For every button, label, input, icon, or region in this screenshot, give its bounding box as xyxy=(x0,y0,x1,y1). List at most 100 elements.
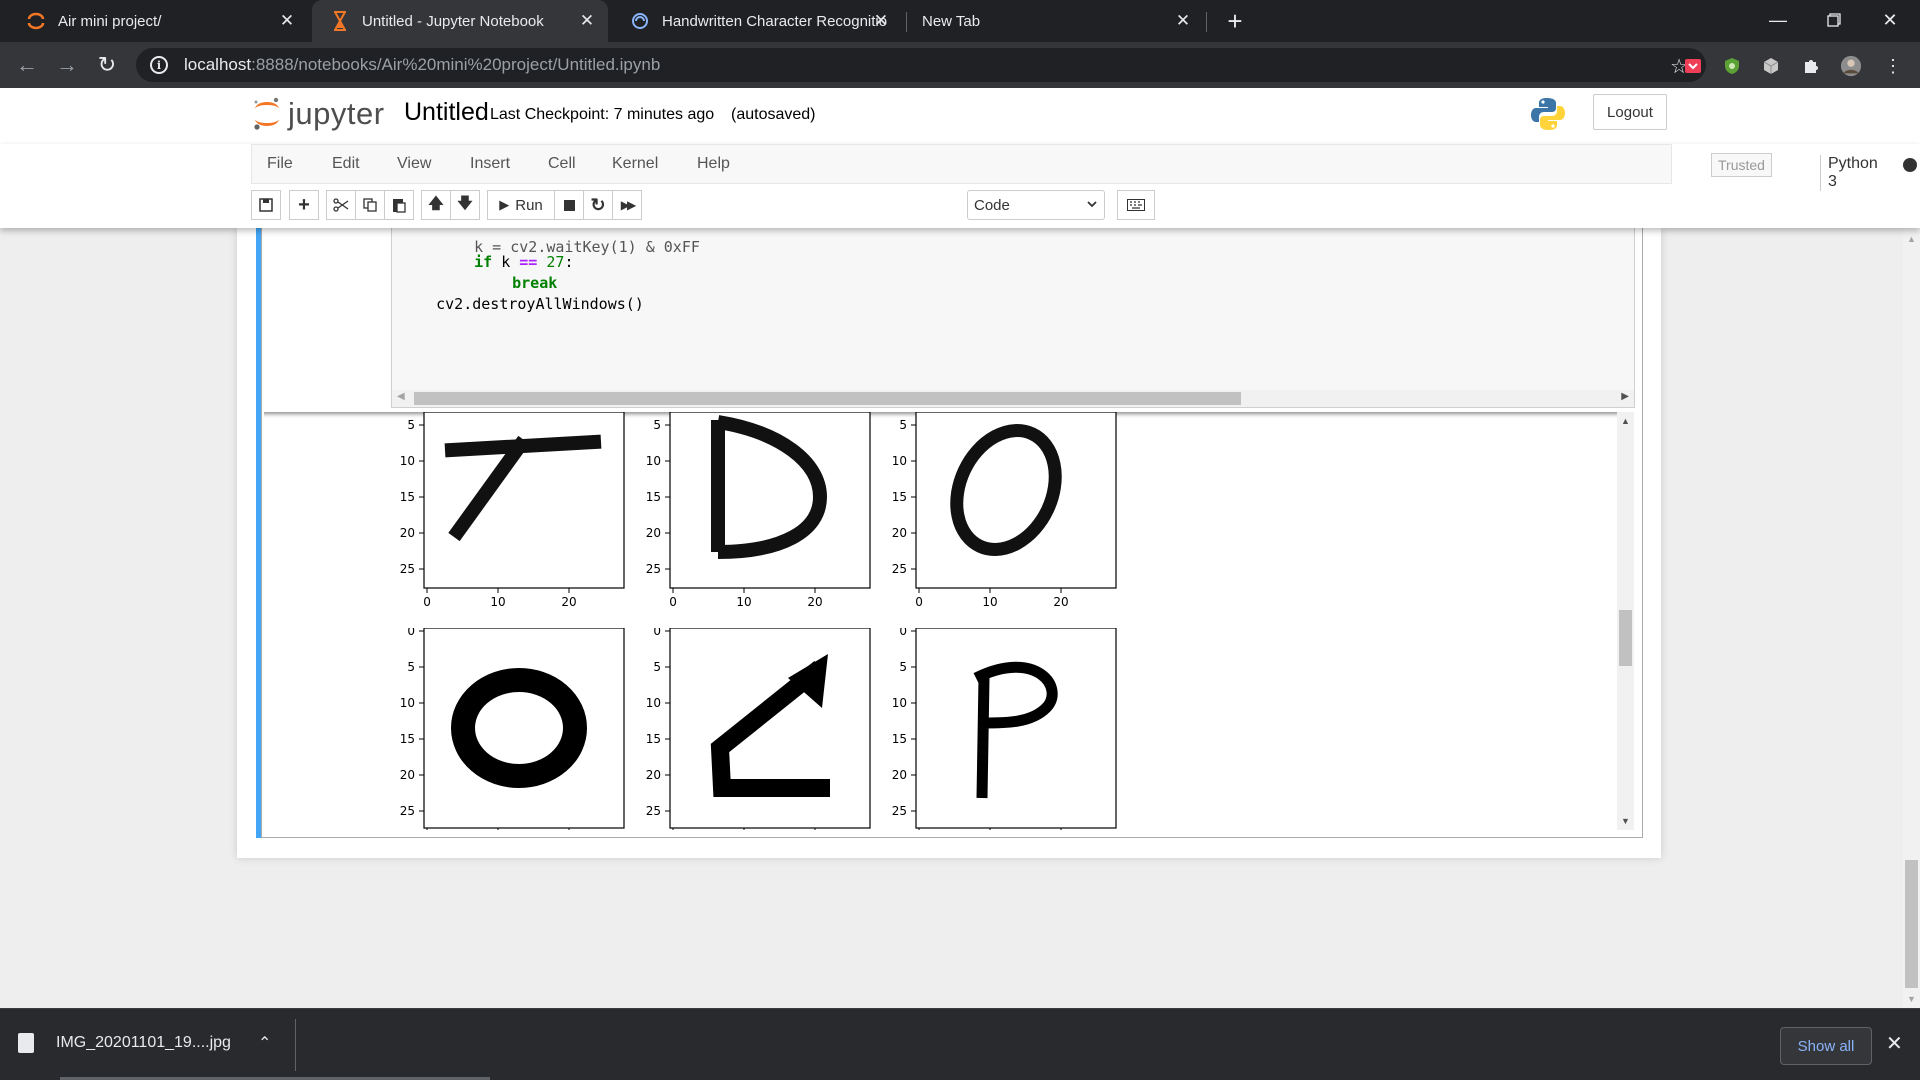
menu-cell[interactable]: Cell xyxy=(548,155,576,173)
menu-kernel[interactable]: Kernel xyxy=(612,155,658,173)
last-checkpoint: Last Checkpoint: 7 minutes ago xyxy=(490,106,715,123)
scroll-right-arrow-icon[interactable]: ▶ xyxy=(1621,391,1629,402)
svg-text:10: 10 xyxy=(892,454,907,468)
svg-text:15: 15 xyxy=(646,732,661,746)
tab-air-mini-project[interactable]: Air mini project/ ✕ xyxy=(8,0,308,42)
menu-view[interactable]: View xyxy=(397,155,431,173)
back-button[interactable]: ← xyxy=(12,50,42,80)
menu-file[interactable]: File xyxy=(267,155,293,173)
menu-container: File Edit View Insert Cell Kernel Help T… xyxy=(251,144,1917,191)
chevron-up-icon[interactable]: ⌃ xyxy=(258,1033,271,1053)
download-item[interactable]: IMG_20201101_19....jpg xyxy=(18,1021,231,1065)
svg-text:20: 20 xyxy=(561,595,576,609)
python-logo-icon xyxy=(1530,96,1566,137)
browser-menu-icon[interactable]: ⋮ xyxy=(1882,55,1904,77)
jupyter-logo[interactable]: jupyter xyxy=(252,96,385,132)
download-shelf: IMG_20201101_19....jpg ⌃ Show all ✕ xyxy=(0,1008,1920,1080)
close-tab-icon[interactable]: ✕ xyxy=(576,10,598,32)
scroll-left-arrow-icon[interactable]: ◀ xyxy=(397,391,405,402)
pocket-extension-icon[interactable] xyxy=(1682,55,1704,77)
cell-output-area: 5 10 15 20 25 0 10 20 5 10 15 20 25 0 10 20 5 10 15 20 25 0 10… xyxy=(264,412,1617,830)
menu-edit[interactable]: Edit xyxy=(332,155,360,173)
browser-toolbar: ← → ↻ i localhost:8888/notebooks/Air%20m… xyxy=(0,42,1920,88)
code-horizontal-scrollbar[interactable]: ◀ ▶ xyxy=(392,390,1634,407)
close-window-button[interactable]: ✕ xyxy=(1860,0,1920,40)
scroll-thumb[interactable] xyxy=(414,392,1241,405)
restore-button[interactable] xyxy=(1804,0,1864,40)
save-button[interactable] xyxy=(251,190,281,220)
svg-text:10: 10 xyxy=(490,595,505,609)
subplot-letter-P: 0 5 10 15 20 25 xyxy=(866,628,1126,830)
svg-text:25: 25 xyxy=(892,562,907,576)
copy-button[interactable] xyxy=(355,190,385,220)
subplot-letter-C-arrow: 0 5 10 15 20 25 xyxy=(620,628,880,830)
shelf-divider xyxy=(295,1019,296,1071)
close-tab-icon[interactable]: ✕ xyxy=(1172,10,1194,32)
jupyter-logo-text: jupyter xyxy=(288,96,385,131)
paste-button[interactable] xyxy=(384,190,414,220)
forward-button[interactable]: → xyxy=(52,50,82,80)
profile-avatar[interactable] xyxy=(1840,55,1862,77)
show-all-button[interactable]: Show all xyxy=(1780,1027,1872,1065)
svg-text:15: 15 xyxy=(400,732,415,746)
url-path: :8888/notebooks/Air%20mini%20project/Unt… xyxy=(251,55,661,74)
restart-button[interactable]: ↻ xyxy=(583,190,613,220)
scroll-up-arrow-icon[interactable]: ▲ xyxy=(1907,234,1916,244)
restart-run-all-button[interactable]: ▶▶ xyxy=(612,190,642,220)
run-button[interactable]: ▶ Run xyxy=(487,190,555,220)
site-info-icon[interactable]: i xyxy=(150,56,168,74)
svg-text:25: 25 xyxy=(400,804,415,818)
svg-text:20: 20 xyxy=(646,768,661,782)
jupyter-spinner-icon xyxy=(26,11,46,31)
scroll-thumb[interactable] xyxy=(1619,610,1632,666)
keyboard-icon xyxy=(1127,199,1145,211)
address-bar[interactable]: i localhost:8888/notebooks/Air%20mini%20… xyxy=(136,48,1706,82)
tab-handwritten-recognition[interactable]: Handwritten Character Recognitio ✕ xyxy=(612,0,902,42)
scroll-up-arrow-icon[interactable]: ▲ xyxy=(1621,416,1630,426)
svg-text:0: 0 xyxy=(423,595,431,609)
command-palette-button[interactable] xyxy=(1117,190,1155,220)
kernel-busy-indicator xyxy=(1903,158,1917,172)
extensions-puzzle-icon[interactable] xyxy=(1800,55,1822,77)
cut-button[interactable] xyxy=(326,190,356,220)
output-vertical-scrollbar[interactable]: ▲ ▼ xyxy=(1617,412,1634,830)
tab-divider xyxy=(1206,12,1207,32)
code-editor[interactable]: k = cv2.waitKey(1) & 0xFF if k == 27: br… xyxy=(391,228,1635,408)
code-text: cv2.destroyAllWindows() xyxy=(436,295,644,313)
notebook-name[interactable]: Untitled xyxy=(404,98,489,127)
trusted-indicator[interactable]: Trusted xyxy=(1711,153,1772,177)
svg-text:10: 10 xyxy=(646,454,661,468)
scroll-thumb[interactable] xyxy=(1905,860,1918,988)
tab-untitled-notebook[interactable]: Untitled - Jupyter Notebook ✕ xyxy=(312,0,608,42)
cell-type-select[interactable]: Code xyxy=(967,190,1105,220)
run-label: Run xyxy=(515,196,543,214)
scroll-down-arrow-icon[interactable]: ▼ xyxy=(1907,994,1916,1004)
interrupt-button[interactable] xyxy=(554,190,584,220)
menu-help[interactable]: Help xyxy=(697,155,730,173)
move-down-button[interactable]: 🡇 xyxy=(450,190,480,220)
cube-extension-icon[interactable] xyxy=(1760,55,1782,77)
reload-button[interactable]: ↻ xyxy=(92,50,122,80)
svg-text:25: 25 xyxy=(892,804,907,818)
svg-text:15: 15 xyxy=(892,732,907,746)
page-vertical-scrollbar[interactable]: ▲ ▼ xyxy=(1903,228,1920,1008)
close-tab-icon[interactable]: ✕ xyxy=(276,10,298,32)
close-tab-icon[interactable]: ✕ xyxy=(870,10,892,32)
menu-insert[interactable]: Insert xyxy=(470,155,510,173)
logout-button[interactable]: Logout xyxy=(1593,94,1667,130)
scroll-down-arrow-icon[interactable]: ▼ xyxy=(1621,816,1630,826)
tab-new-tab[interactable]: New Tab ✕ xyxy=(904,0,1204,42)
subplot-letter-O-bold: 0 5 10 15 20 25 xyxy=(374,628,634,830)
new-tab-button[interactable]: + xyxy=(1220,6,1250,36)
paste-icon xyxy=(393,199,406,213)
svg-text:0: 0 xyxy=(669,595,677,609)
tab-title: Air mini project/ xyxy=(58,12,162,30)
minimize-button[interactable]: — xyxy=(1748,0,1808,40)
insert-cell-button[interactable]: + xyxy=(289,190,319,220)
svg-text:15: 15 xyxy=(400,490,415,504)
shield-extension-icon[interactable] xyxy=(1721,55,1743,77)
close-shelf-icon[interactable]: ✕ xyxy=(1886,1031,1903,1056)
move-up-button[interactable]: 🡅 xyxy=(421,190,451,220)
tab-title: Handwritten Character Recognitio xyxy=(662,12,888,30)
svg-text:25: 25 xyxy=(646,804,661,818)
